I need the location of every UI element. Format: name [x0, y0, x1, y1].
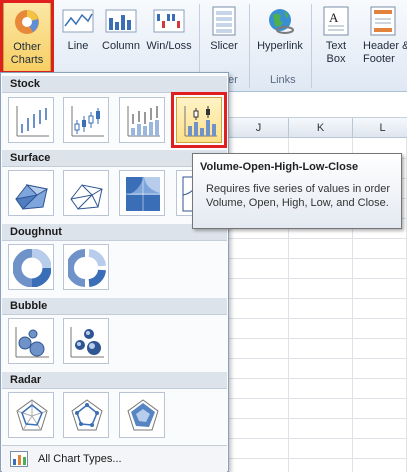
column-header-l[interactable]: L	[353, 118, 407, 138]
links-group-label: Links	[270, 74, 296, 86]
grid-line	[229, 418, 407, 419]
hyperlink-label: Hyperlink	[257, 40, 303, 52]
hyperlink-globe-icon	[264, 6, 296, 36]
bubble-icon	[15, 327, 49, 358]
grid-line	[229, 318, 407, 319]
text-box-label: Text Box	[325, 40, 347, 65]
section-header-bubble: Bubble	[2, 298, 227, 315]
column-header-k[interactable]: K	[289, 118, 353, 138]
winloss-sparkline-icon	[153, 6, 185, 36]
header-footer-icon	[367, 6, 399, 36]
winloss-label: Win/Loss	[146, 40, 192, 52]
grid-line	[229, 298, 407, 299]
spreadsheet-area: J K L	[229, 92, 407, 472]
section-header-radar: Radar	[2, 372, 227, 389]
all-chart-types-button[interactable]: All Chart Types...	[2, 445, 227, 472]
chart-type-contour[interactable]	[119, 170, 165, 216]
header-footer-button[interactable]: Header & Footer	[359, 2, 407, 74]
filter-group-label: er	[228, 74, 238, 86]
grid-line	[229, 438, 407, 439]
grid-line	[229, 238, 407, 239]
chart-type-radar[interactable]	[8, 392, 54, 438]
column-label: Column	[102, 40, 140, 52]
surface-3d-icon	[15, 184, 49, 210]
sparkline-column-button[interactable]: Column	[100, 2, 142, 74]
chart-type-exploded-doughnut[interactable]	[63, 244, 109, 290]
stock-vhlc-icon	[127, 106, 160, 137]
grid-line	[229, 378, 407, 379]
chart-type-tooltip: Volume-Open-High-Low-Close Requires five…	[192, 153, 402, 229]
sparkline-winloss-button[interactable]: Win/Loss	[144, 2, 194, 74]
doughnut-icon	[13, 249, 51, 287]
text-box-icon: A	[320, 6, 352, 36]
slicer-label: Slicer	[210, 40, 238, 52]
other-charts-gallery: Stock Surface Doughnut Bubble Radar All …	[0, 72, 229, 472]
filled-radar-icon	[127, 399, 159, 431]
grid-line	[229, 278, 407, 279]
grid-line	[229, 398, 407, 399]
chart-type-filled-radar[interactable]	[119, 392, 165, 438]
grid-line	[229, 358, 407, 359]
stock-ohlc-icon	[71, 106, 104, 137]
ribbon-separator	[249, 4, 250, 88]
chart-type-wireframe-3d-surface[interactable]	[63, 170, 109, 216]
radar-icon	[16, 399, 48, 431]
selected-chart-highlight	[171, 92, 227, 148]
header-footer-label: Header & Footer	[363, 40, 407, 65]
contour-icon	[126, 177, 160, 211]
text-box-button[interactable]: A Text Box	[316, 2, 356, 74]
chart-type-3d-bubble[interactable]	[63, 318, 109, 364]
grid-line	[229, 458, 407, 459]
line-label: Line	[67, 40, 89, 52]
chart-type-open-high-low-close[interactable]	[63, 97, 109, 143]
ribbon-separator	[311, 4, 312, 88]
formula-bar[interactable]	[229, 92, 407, 118]
section-header-stock: Stock	[2, 76, 227, 93]
chart-type-radar-with-markers[interactable]	[63, 392, 109, 438]
exploded-doughnut-icon	[68, 249, 106, 287]
tooltip-body: Requires five series of values in order …	[206, 183, 391, 209]
column-header-j[interactable]: J	[229, 118, 289, 138]
chart-type-3d-surface[interactable]	[8, 170, 54, 216]
hyperlink-button[interactable]: Hyperlink	[253, 2, 307, 74]
stock-hlc-icon	[16, 106, 49, 137]
surface-wireframe-icon	[70, 184, 103, 210]
grid-line	[229, 258, 407, 259]
sparkline-line-button[interactable]: Line	[58, 2, 98, 74]
tooltip-title: Volume-Open-High-Low-Close	[200, 161, 359, 173]
chart-type-bubble[interactable]	[8, 318, 54, 364]
chart-type-doughnut[interactable]	[8, 244, 54, 290]
line-sparkline-icon	[62, 6, 94, 36]
grid-line	[229, 338, 407, 339]
chart-type-volume-high-low-close[interactable]	[119, 97, 165, 143]
slicer-button[interactable]: Slicer	[204, 2, 244, 74]
svg-text:A: A	[329, 10, 339, 25]
chart-type-high-low-close[interactable]	[8, 97, 54, 143]
all-chart-types-icon	[10, 451, 28, 467]
bubble-3d-icon	[70, 327, 104, 358]
slicer-icon	[208, 6, 240, 36]
radar-markers-icon	[71, 399, 103, 431]
all-chart-types-label: All Chart Types...	[38, 453, 122, 465]
column-sparkline-icon	[105, 6, 137, 36]
other-charts-highlight	[0, 0, 54, 74]
